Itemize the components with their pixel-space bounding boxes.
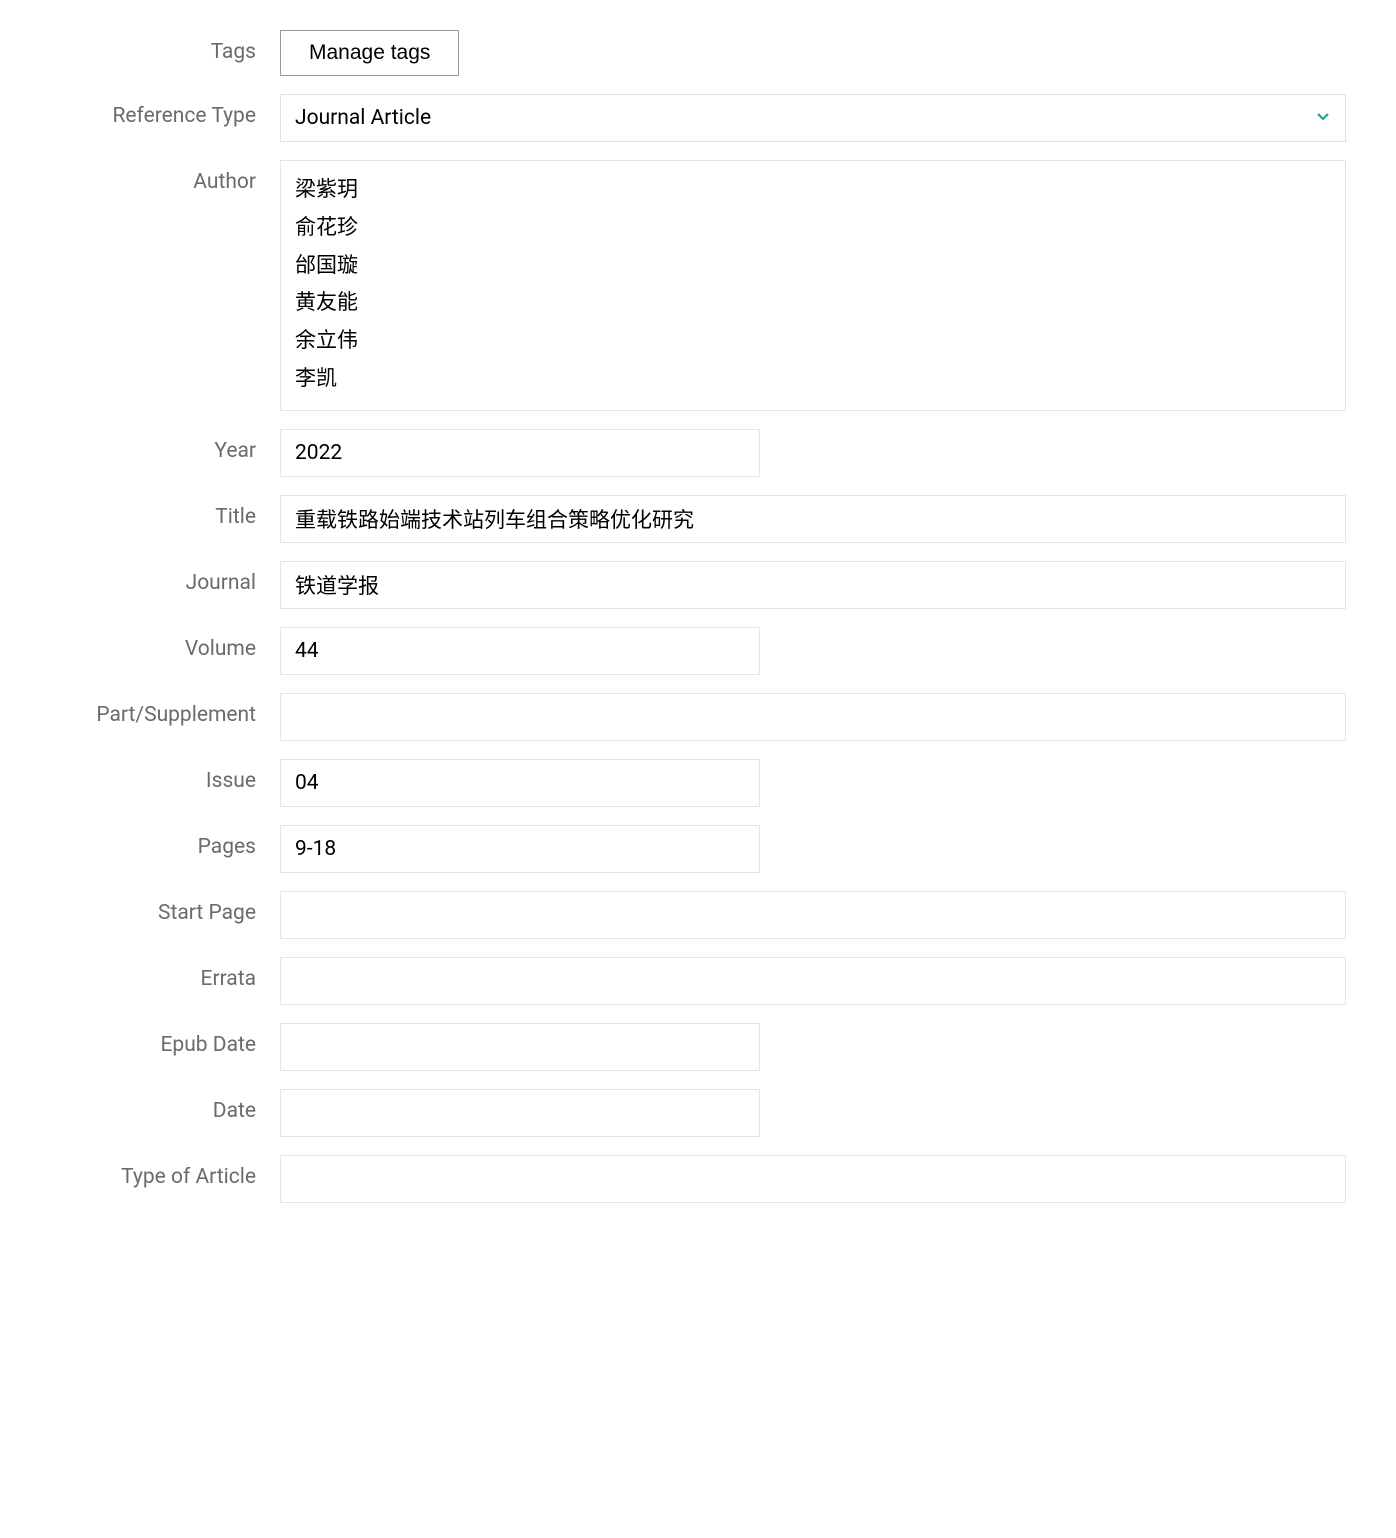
part-supplement-label: Part/Supplement [50,693,280,727]
journal-value [280,561,1346,609]
title-value [280,495,1346,543]
reference-type-row: Reference Type Journal Article [50,94,1346,142]
author-item: 余立伟 [295,323,1331,361]
year-value [280,429,1346,477]
date-value [280,1089,1346,1137]
reference-form: Tags Manage tags Reference Type Journal … [50,30,1346,1203]
manage-tags-button[interactable]: Manage tags [280,30,459,76]
part-supplement-input[interactable] [280,693,1346,741]
pages-input[interactable] [280,825,760,873]
journal-input[interactable] [280,561,1346,609]
tags-label: Tags [50,30,280,64]
issue-row: Issue [50,759,1346,807]
journal-row: Journal [50,561,1346,609]
type-of-article-row: Type of Article [50,1155,1346,1203]
reference-type-select[interactable]: Journal Article [280,94,1346,142]
errata-label: Errata [50,957,280,991]
part-supplement-row: Part/Supplement [50,693,1346,741]
date-row: Date [50,1089,1346,1137]
issue-input[interactable] [280,759,760,807]
author-item: 梁紫玥 [295,172,1331,210]
author-item: 李凯 [295,361,1331,399]
epub-date-row: Epub Date [50,1023,1346,1071]
pages-label: Pages [50,825,280,859]
title-input[interactable] [280,495,1346,543]
author-value: 梁紫玥 俞花珍 邰国璇 黄友能 余立伟 李凯 [280,160,1346,411]
start-page-value [280,891,1346,939]
pages-row: Pages [50,825,1346,873]
epub-date-value [280,1023,1346,1071]
volume-label: Volume [50,627,280,661]
author-item: 邰国璇 [295,248,1331,286]
start-page-label: Start Page [50,891,280,925]
part-supplement-value [280,693,1346,741]
reference-type-selected: Journal Article [295,106,431,130]
chevron-down-icon [1315,108,1331,129]
journal-label: Journal [50,561,280,595]
reference-type-value: Journal Article [280,94,1346,142]
errata-value [280,957,1346,1005]
author-label: Author [50,160,280,194]
year-row: Year [50,429,1346,477]
author-item: 俞花珍 [295,210,1331,248]
title-row: Title [50,495,1346,543]
issue-value [280,759,1346,807]
reference-type-label: Reference Type [50,94,280,128]
year-label: Year [50,429,280,463]
type-of-article-value [280,1155,1346,1203]
year-input[interactable] [280,429,760,477]
date-input[interactable] [280,1089,760,1137]
tags-value: Manage tags [280,30,1346,76]
issue-label: Issue [50,759,280,793]
start-page-row: Start Page [50,891,1346,939]
title-label: Title [50,495,280,529]
author-input[interactable]: 梁紫玥 俞花珍 邰国璇 黄友能 余立伟 李凯 [280,160,1346,411]
volume-value [280,627,1346,675]
author-item: 黄友能 [295,285,1331,323]
start-page-input[interactable] [280,891,1346,939]
date-label: Date [50,1089,280,1123]
errata-input[interactable] [280,957,1346,1005]
type-of-article-label: Type of Article [50,1155,280,1189]
epub-date-label: Epub Date [50,1023,280,1057]
errata-row: Errata [50,957,1346,1005]
epub-date-input[interactable] [280,1023,760,1071]
pages-value [280,825,1346,873]
volume-row: Volume [50,627,1346,675]
tags-row: Tags Manage tags [50,30,1346,76]
author-row: Author 梁紫玥 俞花珍 邰国璇 黄友能 余立伟 李凯 [50,160,1346,411]
type-of-article-input[interactable] [280,1155,1346,1203]
volume-input[interactable] [280,627,760,675]
